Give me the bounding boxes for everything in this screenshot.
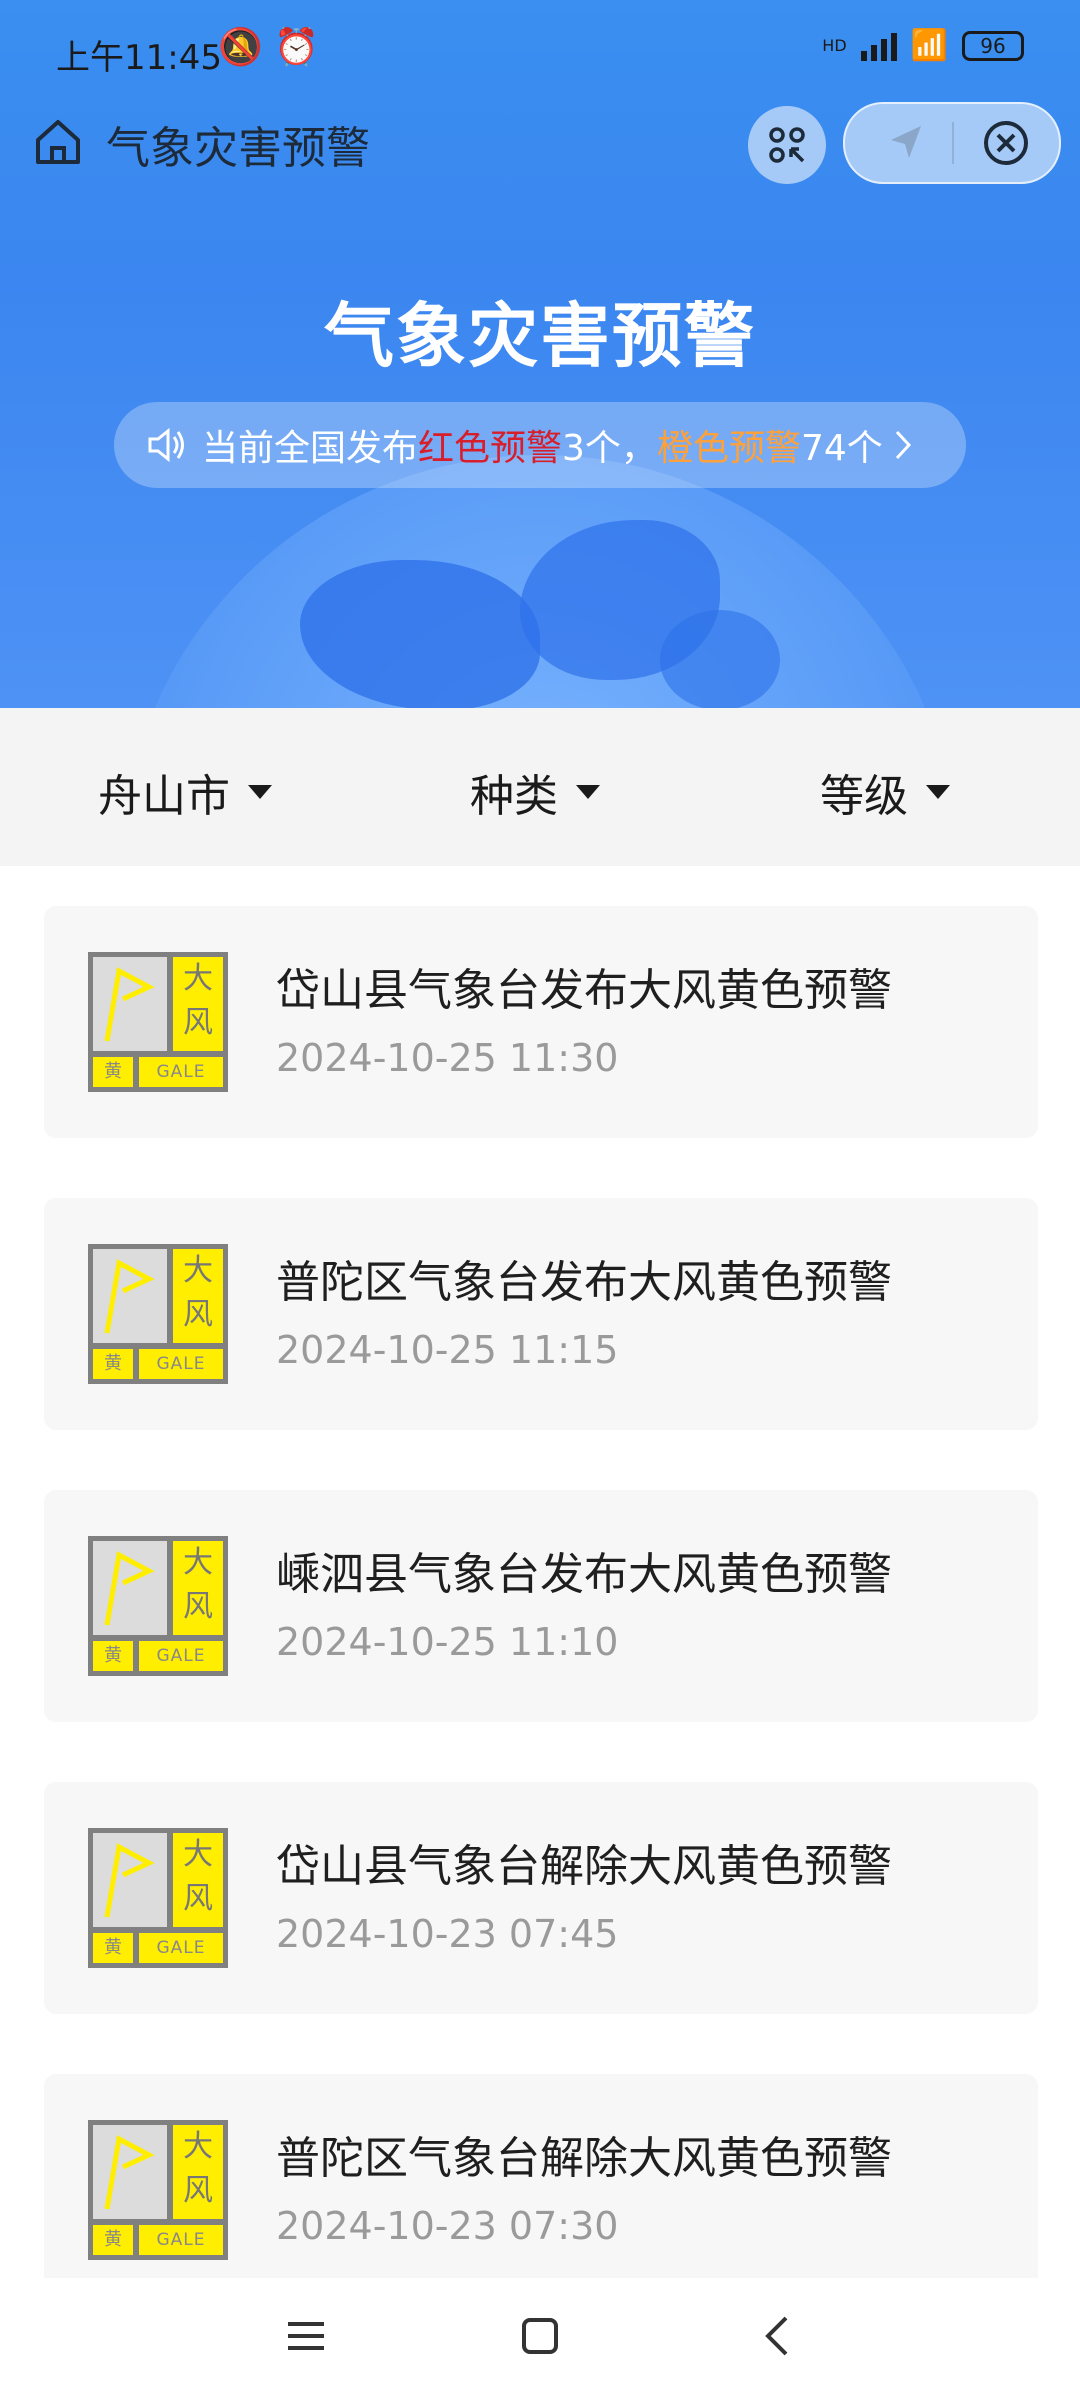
warning-title: 岱山县气象台发布大风黄色预警	[276, 965, 892, 1016]
red-warning-count: 3个，	[562, 428, 657, 469]
filter-level[interactable]: 等级	[820, 760, 950, 824]
filter-city-label: 舟山市	[98, 771, 230, 822]
caret-down-icon	[926, 785, 950, 799]
warning-card[interactable]: 大风 黄 GALE 岱山县气象台解除大风黄色预警 2024-10-23 07:4…	[44, 1782, 1038, 2014]
back-icon[interactable]	[758, 2316, 798, 2356]
filter-type[interactable]: 种类	[470, 760, 600, 824]
warning-card[interactable]: 大风 黄 GALE 普陀区气象台解除大风黄色预警 2024-10-23 07:3…	[44, 2074, 1038, 2306]
caret-down-icon	[248, 785, 272, 799]
gale-yellow-warning-icon: 大风 黄 GALE	[88, 1244, 228, 1384]
close-icon[interactable]	[981, 118, 1031, 168]
red-warning-label: 红色预警	[418, 428, 563, 469]
caret-down-icon	[576, 785, 600, 799]
location-icon[interactable]	[881, 118, 931, 168]
warning-time: 2024-10-23 07:45	[276, 1912, 619, 1956]
gale-yellow-warning-icon: 大风 黄 GALE	[88, 1828, 228, 1968]
warning-title: 普陀区气象台解除大风黄色预警	[276, 2133, 892, 2184]
hero-title: 气象灾害预警	[324, 295, 756, 377]
nav-title: 气象灾害预警	[106, 123, 370, 174]
chevron-right-icon	[895, 430, 911, 460]
warning-card[interactable]: 大风 黄 GALE 普陀区气象台发布大风黄色预警 2024-10-25 11:1…	[44, 1198, 1038, 1430]
warning-time: 2024-10-25 11:10	[276, 1620, 619, 1664]
warning-title: 普陀区气象台发布大风黄色预警	[276, 1257, 892, 1308]
status-time: 上午11:45	[56, 38, 222, 78]
header-banner: 上午11:45 🔕 ⏰ HD 📶 96 气象灾害预警 气象灾害预警 当前全国发布…	[0, 0, 1080, 708]
filter-level-label: 等级	[820, 771, 908, 822]
warning-time: 2024-10-25 11:30	[276, 1036, 619, 1080]
system-nav-bar	[0, 2278, 1080, 2400]
hd-signal-icon: HD	[822, 36, 847, 55]
warning-summary-notice[interactable]: 当前全国发布 红色预警 3个， 橙色预警 74个	[114, 402, 966, 488]
home-icon[interactable]	[30, 114, 86, 170]
mini-program-capsule	[843, 102, 1061, 184]
warning-title: 嵊泗县气象台发布大风黄色预警	[276, 1549, 892, 1600]
warning-time: 2024-10-23 07:30	[276, 2204, 619, 2248]
gale-yellow-warning-icon: 大风 黄 GALE	[88, 1536, 228, 1676]
filter-bar: 舟山市 种类 等级	[0, 708, 1080, 866]
warning-card[interactable]: 大风 黄 GALE 嵊泗县气象台发布大风黄色预警 2024-10-25 11:1…	[44, 1490, 1038, 1722]
menu-icon[interactable]	[286, 2316, 326, 2356]
gale-yellow-warning-icon: 大风 黄 GALE	[88, 2120, 228, 2260]
orange-warning-count: 74个	[800, 428, 883, 469]
wifi-icon: 📶	[910, 28, 948, 63]
speaker-icon	[148, 427, 184, 463]
mute-alarm-icons: 🔕 ⏰	[218, 27, 320, 68]
notice-prefix: 当前全国发布	[202, 428, 419, 469]
warning-title: 岱山县气象台解除大风黄色预警	[276, 1841, 892, 1892]
warning-time: 2024-10-25 11:15	[276, 1328, 619, 1372]
filter-type-label: 种类	[470, 771, 558, 822]
scan-icon	[769, 127, 805, 163]
nav-bar: 气象灾害预警	[0, 100, 1080, 200]
battery-icon: 96	[962, 30, 1024, 61]
status-bar: 上午11:45 🔕 ⏰ HD 📶 96	[0, 0, 1080, 100]
cell-signal-icon	[860, 31, 897, 61]
home-square-icon[interactable]	[520, 2316, 560, 2356]
warning-card[interactable]: 大风 黄 GALE 岱山县气象台发布大风黄色预警 2024-10-25 11:3…	[44, 906, 1038, 1138]
scan-button[interactable]	[748, 106, 826, 184]
warning-list: 大风 黄 GALE 岱山县气象台发布大风黄色预警 2024-10-25 11:3…	[44, 906, 1038, 2366]
gale-yellow-warning-icon: 大风 黄 GALE	[88, 952, 228, 1092]
orange-warning-label: 橙色预警	[656, 428, 801, 469]
filter-city[interactable]: 舟山市	[98, 760, 272, 824]
